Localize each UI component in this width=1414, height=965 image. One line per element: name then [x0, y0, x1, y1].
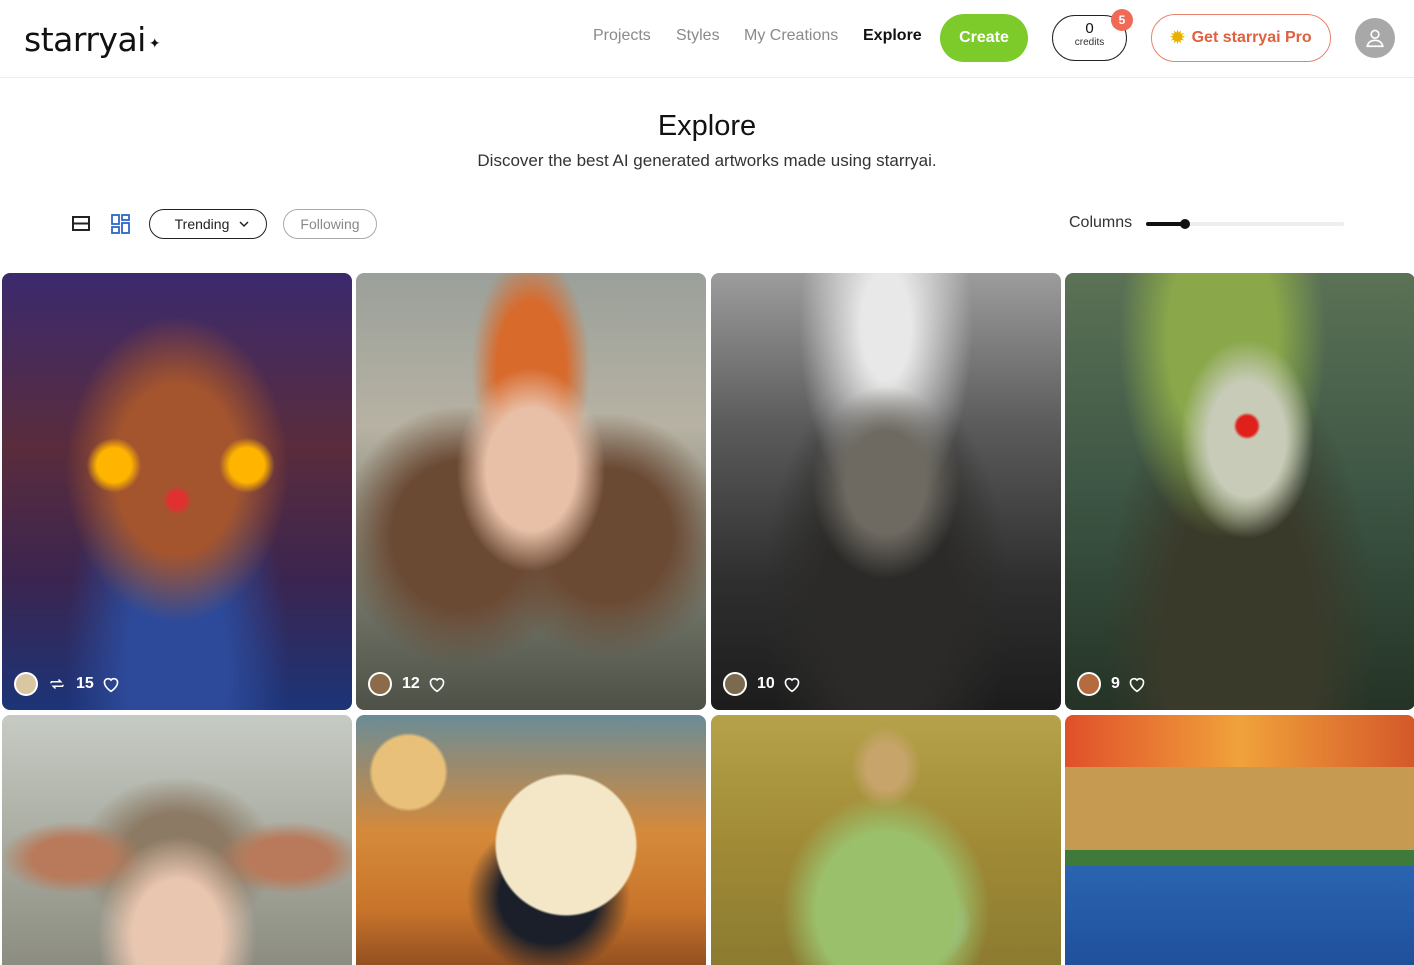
user-icon — [1366, 29, 1384, 48]
grid-view-icon[interactable] — [111, 214, 131, 234]
gallery-card[interactable] — [711, 715, 1061, 965]
nav-projects[interactable]: Projects — [593, 27, 651, 45]
creator-avatar[interactable] — [1077, 672, 1101, 696]
top-header: starryai ✦ Projects Styles My Creations … — [0, 0, 1414, 78]
gallery-card[interactable] — [2, 715, 352, 965]
like-control[interactable]: 9 — [1111, 675, 1147, 693]
card-overlay: 10 — [723, 672, 802, 696]
heart-icon[interactable] — [1127, 675, 1147, 693]
user-avatar-button[interactable] — [1355, 18, 1395, 58]
gallery-card[interactable] — [356, 715, 706, 965]
get-pro-button[interactable]: ✹ Get starryai Pro — [1151, 14, 1331, 62]
heart-icon[interactable] — [782, 675, 802, 693]
artwork-image-clown — [1065, 273, 1414, 710]
like-control[interactable]: 12 — [402, 675, 447, 693]
artwork-image-horse — [356, 715, 706, 965]
nav-styles[interactable]: Styles — [676, 27, 720, 45]
columns-slider-fill — [1146, 222, 1184, 226]
artwork-image-lake-house — [1065, 715, 1414, 965]
creator-avatar[interactable] — [723, 672, 747, 696]
gallery-card[interactable]: 10 — [711, 273, 1061, 710]
card-overlay: 12 — [368, 672, 447, 696]
creator-avatar[interactable] — [368, 672, 392, 696]
heart-icon[interactable] — [427, 675, 447, 693]
remix-icon[interactable] — [48, 675, 66, 693]
logo-text: starryai — [24, 20, 146, 59]
gallery-card[interactable]: 15 — [2, 273, 352, 710]
starryai-logo[interactable]: starryai ✦ — [24, 20, 161, 59]
gallery-card[interactable]: 9 — [1065, 273, 1414, 710]
credits-label: credits — [1074, 37, 1105, 48]
page-title: Explore — [657, 110, 757, 142]
sort-label: Trending — [174, 216, 230, 232]
card-overlay: 15 — [14, 672, 121, 696]
nav-explore[interactable]: Explore — [863, 27, 922, 45]
create-button[interactable]: Create — [940, 14, 1028, 62]
artwork-image-fairy-bottle — [711, 715, 1061, 965]
columns-label: Columns — [1069, 214, 1133, 231]
artwork-image-beast — [711, 273, 1061, 710]
logo-star-icon: ✦ — [148, 35, 161, 52]
creator-avatar[interactable] — [14, 672, 38, 696]
chevron-down-icon — [239, 220, 249, 227]
columns-slider-thumb[interactable] — [1180, 219, 1190, 229]
card-overlay: 9 — [1077, 672, 1147, 696]
columns-slider[interactable] — [1146, 222, 1344, 226]
sort-dropdown[interactable]: Trending — [149, 209, 267, 239]
nav-my-creations[interactable]: My Creations — [744, 27, 838, 45]
like-count: 15 — [76, 675, 94, 692]
sun-icon: ✹ — [1170, 28, 1185, 47]
artwork-image-horned-child — [2, 715, 352, 965]
like-control[interactable]: 10 — [757, 675, 802, 693]
like-control[interactable]: 15 — [76, 675, 121, 693]
artwork-image-girl — [356, 273, 706, 710]
artwork-image-cat — [2, 273, 352, 710]
like-count: 9 — [1111, 675, 1120, 692]
gallery-card[interactable] — [1065, 715, 1414, 965]
list-view-icon[interactable] — [72, 215, 90, 232]
get-pro-label: Get starryai Pro — [1191, 29, 1312, 46]
page-subtitle: Discover the best AI generated artworks … — [477, 151, 937, 170]
like-count: 10 — [757, 675, 775, 692]
heart-icon[interactable] — [101, 675, 121, 693]
like-count: 12 — [402, 675, 420, 692]
notification-badge[interactable]: 5 — [1111, 9, 1133, 31]
gallery-card[interactable]: 12 — [356, 273, 706, 710]
following-button[interactable]: Following — [283, 209, 377, 239]
